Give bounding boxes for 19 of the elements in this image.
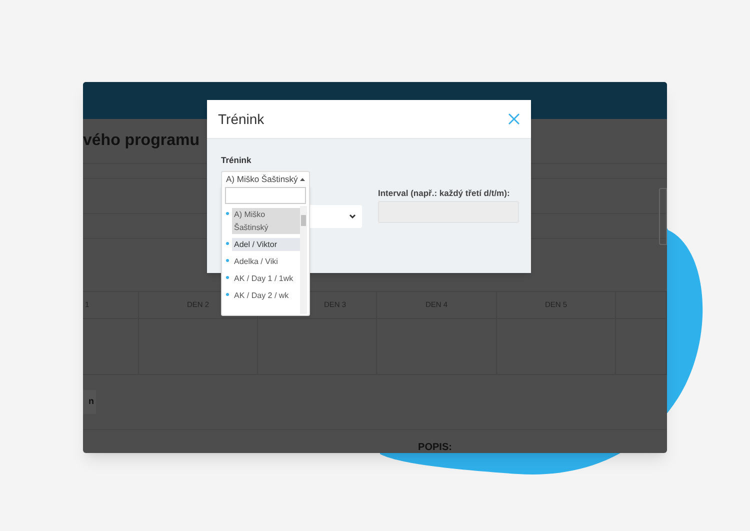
bullet-icon	[226, 293, 229, 296]
bullet-icon	[226, 259, 229, 262]
field-label: Trénink	[221, 154, 252, 167]
close-icon[interactable]	[508, 113, 520, 125]
field-label: Interval (např.: každý třetí d/t/m):	[378, 187, 511, 200]
modal-title: Trénink	[218, 110, 264, 128]
bullet-icon	[226, 242, 229, 245]
bullet-icon	[226, 212, 229, 215]
button-label-fragment: n	[88, 395, 94, 408]
search-field[interactable]	[225, 187, 306, 204]
scrollbar[interactable]	[300, 206, 307, 314]
dropdown-option[interactable]: Adel / Viktor	[232, 238, 300, 251]
bullet-icon	[226, 276, 229, 279]
page-heading: vého programu	[83, 131, 200, 151]
caret-icon	[300, 178, 305, 181]
panel-edge	[659, 188, 667, 245]
dropdown-option[interactable]: A) Miško Šaštinský	[232, 208, 300, 234]
description-label: POPIS:	[418, 441, 452, 453]
chevron-down-icon	[349, 214, 356, 219]
